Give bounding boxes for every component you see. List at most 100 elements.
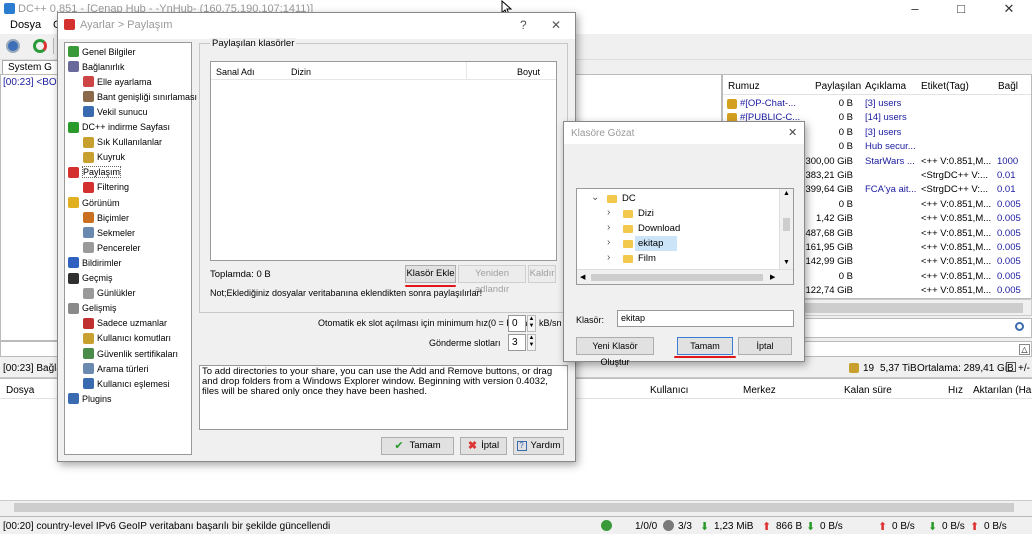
col-kalan[interactable]: Kalan süre [844, 385, 892, 396]
settings-tree-item[interactable]: Plugins [68, 391, 112, 406]
settings-tree-item[interactable]: Kullanıcı komutları [83, 331, 171, 346]
auto-slot-spinner[interactable]: ▲ ▼ [527, 315, 536, 332]
settings-close-button[interactable]: ✕ [551, 18, 561, 32]
hscroll-thumb[interactable] [783, 303, 1023, 313]
auto-slot-input[interactable]: 0 [508, 315, 526, 332]
settings-tree-item[interactable]: Geçmiş [68, 271, 113, 286]
globe-icon[interactable] [6, 39, 20, 53]
settings-tree-item[interactable]: DC++ indirme Sayfası [68, 120, 170, 135]
browse-cancel-button[interactable]: İptal [738, 337, 792, 355]
col-boyut[interactable]: Boyut [517, 67, 540, 77]
settings-tree-item[interactable]: Sadece uzmanlar [83, 316, 167, 331]
hscroll-right-icon[interactable]: ▶ [770, 273, 775, 281]
settings-tree[interactable]: Genel Bilgiler Bağlanırlık Elle ayarlama Ba… [64, 42, 197, 455]
expand-chevron-icon[interactable]: › [607, 237, 610, 248]
new-folder-button[interactable]: Yeni Klasör Oluştur [576, 337, 654, 367]
upload-slots-input[interactable]: 3 [508, 334, 526, 351]
col-hiz[interactable]: Hız [948, 385, 963, 396]
send-arrow-icon[interactable]: △ [1019, 344, 1030, 355]
settings-help-button[interactable]: ? Yardım [513, 437, 564, 455]
folder-tree-vscroll[interactable]: ▲ ▼ [779, 189, 793, 269]
settings-tree-item[interactable]: Sekmeler [83, 225, 135, 240]
col-merkez[interactable]: Merkez [743, 385, 776, 396]
folder-tree[interactable]: ⌄DC›Dizi›Download›ekitap›Film›O ▲ ▼ ◀ ▶ [576, 188, 794, 285]
settings-tree-item[interactable]: Günlükler [83, 286, 136, 301]
maximize-button[interactable]: □ [938, 0, 984, 18]
settings-tree-item[interactable]: Arama türleri [83, 361, 149, 376]
tab-system[interactable]: System G [2, 60, 58, 74]
user-row[interactable]: #[OP-Chat-... 0 B [3] users [723, 97, 1031, 111]
folder-tree-item[interactable]: › Dizi [577, 206, 779, 221]
vscroll-up-icon[interactable]: ▲ [783, 190, 790, 197]
settings-tree-item[interactable]: Gelişmiş [68, 301, 117, 316]
col-dosya[interactable]: Dosya [6, 385, 34, 396]
col-aktarilan[interactable]: Aktarılan (Ha [973, 385, 1031, 396]
folder-tree-item[interactable]: ⌄ DC [577, 191, 779, 206]
expand-chevron-icon[interactable]: › [607, 207, 610, 218]
col-aciklama[interactable]: Açıklama [865, 81, 906, 92]
settings-tree-item[interactable]: Vekil sunucu [83, 104, 148, 119]
settings-tree-item[interactable]: Sık Kullanılanlar [83, 135, 162, 150]
folder-input[interactable]: ekitap [617, 310, 794, 327]
folder-tree-item[interactable]: › Download [577, 221, 779, 236]
col-kullanici[interactable]: Kullanıcı [650, 385, 688, 396]
reconnect-icon[interactable] [33, 39, 47, 53]
expand-chevron-icon[interactable]: › [607, 222, 610, 233]
transfer-hscroll[interactable] [0, 500, 1032, 514]
toggle-userlist-checkbox[interactable] [1006, 362, 1016, 372]
browse-ok-highlight [674, 356, 736, 358]
settings-tree-item[interactable]: Güvenlik sertifikaları [83, 346, 178, 361]
settings-tree-item[interactable]: Bildirimler [68, 255, 122, 270]
upload-slots-spinner[interactable]: ▲ ▼ [527, 334, 536, 351]
search-icon[interactable] [1015, 322, 1024, 331]
minimize-button[interactable]: – [892, 0, 938, 18]
folder-tree-hscroll[interactable]: ◀ ▶ [577, 269, 793, 284]
folder-hscroll-thumb[interactable] [591, 274, 763, 281]
col-rumuz[interactable]: Rumuz [728, 81, 760, 92]
folder-tree-item[interactable]: › Film [577, 251, 779, 266]
add-folder-button[interactable]: Klasör Ekle [405, 265, 456, 283]
settings-tree-item[interactable]: Filtering [83, 180, 129, 195]
menu-dosya[interactable]: Dosya [10, 19, 41, 31]
shared-folders-list[interactable]: Sanal Adı Dizin Boyut [210, 61, 557, 261]
settings-tree-item[interactable]: Görünüm [68, 195, 120, 210]
settings-tree-item[interactable]: Genel Bilgiler [68, 44, 136, 59]
settings-tree-icon [83, 242, 94, 254]
settings-tree-item[interactable]: Elle ayarlama [83, 74, 152, 89]
settings-tree-item[interactable]: Bağlanırlık [68, 59, 125, 74]
settings-tree-item[interactable]: Kullanıcı eşlemesi [83, 376, 170, 391]
transfer-scroll-thumb[interactable] [14, 503, 1014, 512]
settings-tree-label: Geçmiş [82, 273, 113, 283]
vscroll-thumb[interactable] [783, 218, 790, 231]
col-sanal-adi[interactable]: Sanal Adı [216, 67, 255, 77]
settings-ok-button[interactable]: ✔ Tamam [381, 437, 454, 455]
settings-tree-item[interactable]: Biçimler [83, 210, 129, 225]
users-icon [849, 363, 859, 373]
col-paylasilan[interactable]: Paylaşılan [815, 81, 861, 92]
share-description: To add directories to your share, you ca… [199, 365, 568, 430]
settings-tree-icon [68, 257, 79, 269]
rename-button[interactable]: Yeniden adlandır [458, 265, 526, 295]
settings-tree-item[interactable]: Bant genişliği sınırlaması [83, 89, 197, 104]
folder-tree-item[interactable]: › ekitap [577, 236, 779, 251]
expand-chevron-icon[interactable]: ⌄ [591, 192, 599, 203]
close-window-button[interactable]: ✕ [986, 0, 1032, 18]
remove-button[interactable]: Kaldır [528, 265, 556, 283]
settings-tree-label: Arama türleri [97, 363, 149, 374]
col-dizin[interactable]: Dizin [291, 67, 311, 77]
vscroll-down-icon[interactable]: ▼ [783, 259, 790, 266]
app-logo-icon [4, 3, 15, 14]
settings-cancel-button[interactable]: ✖ İptal [460, 437, 507, 455]
browse-ok-button[interactable]: Tamam [677, 337, 733, 355]
expand-chevron-icon[interactable]: › [607, 252, 610, 263]
settings-tree-item[interactable]: Pencereler [83, 240, 141, 255]
settings-tree-item[interactable]: Kuyruk [83, 150, 125, 165]
col-baglanti[interactable]: Bağl [998, 81, 1018, 92]
settings-tree-item[interactable]: Paylaşım [68, 165, 122, 180]
settings-tree-label: Elle ayarlama [97, 76, 152, 87]
col-etiket[interactable]: Etiket(Tag) [921, 81, 969, 92]
settings-tree-label: Genel Bilgiler [82, 46, 136, 57]
help-button[interactable]: ? [520, 18, 527, 32]
hscroll-left-icon[interactable]: ◀ [580, 273, 585, 281]
browse-close-button[interactable]: ✕ [788, 126, 797, 139]
